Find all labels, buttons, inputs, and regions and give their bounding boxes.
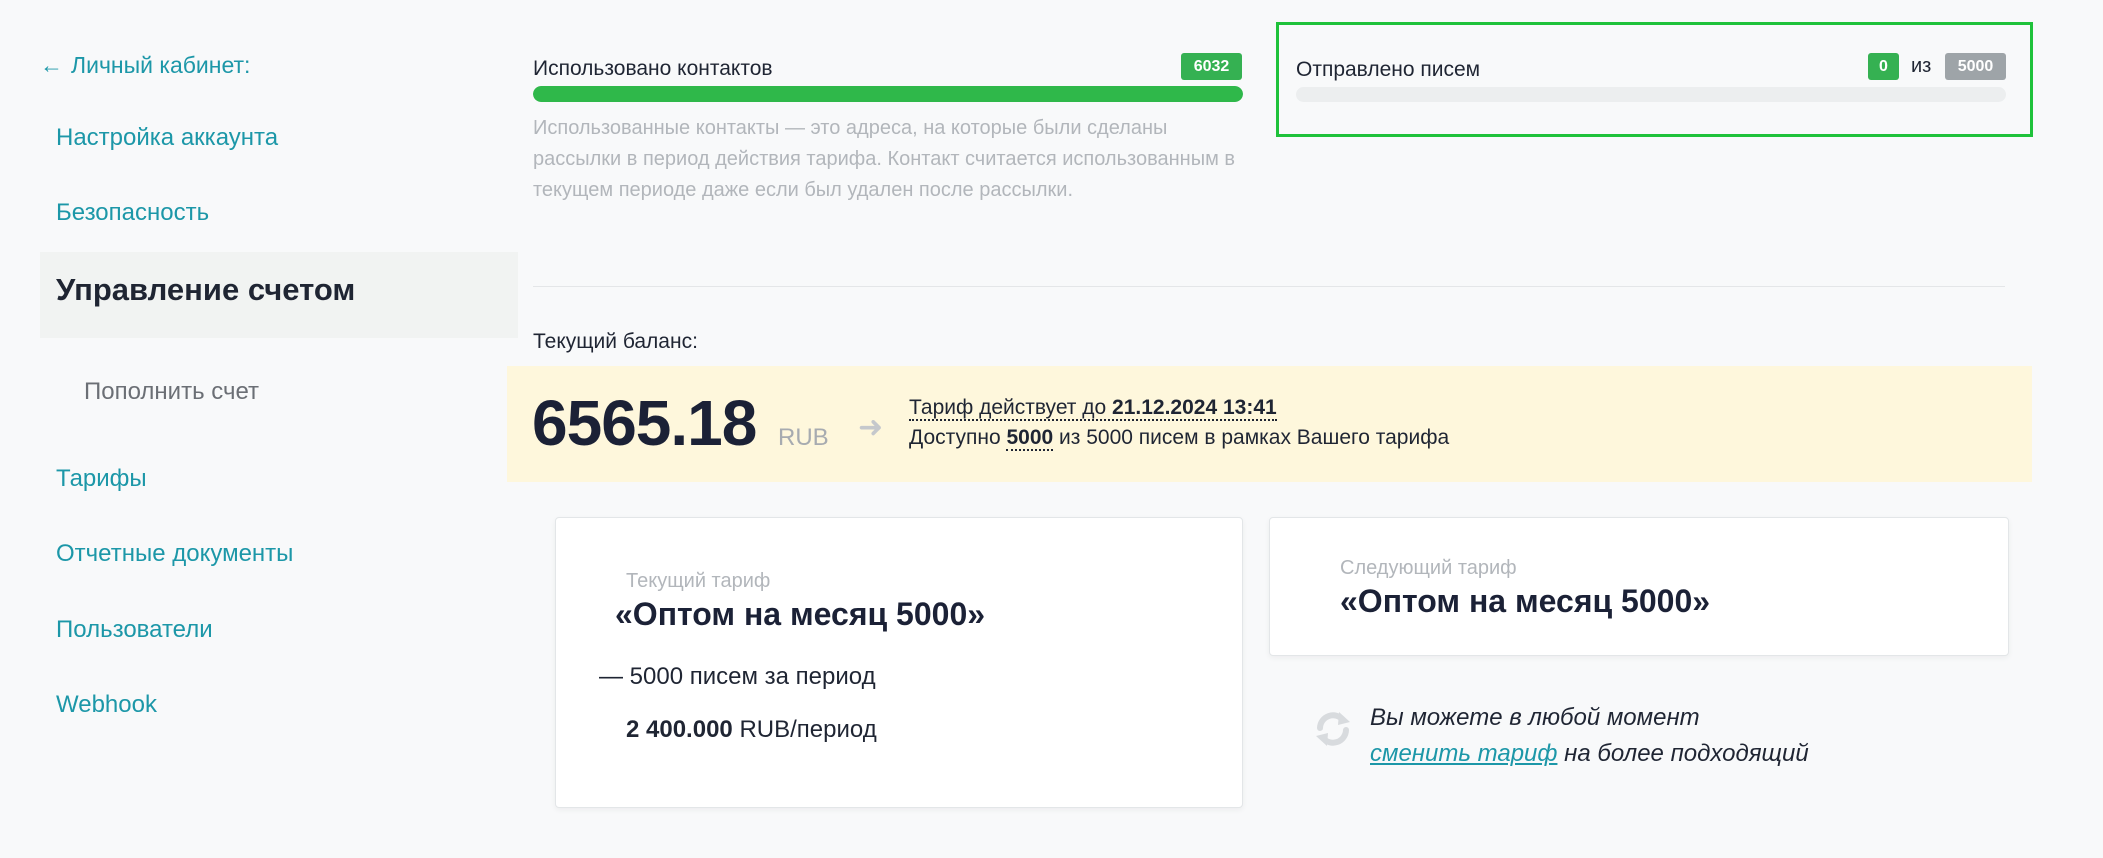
letters-separator: из: [1911, 55, 1932, 77]
tariff-valid-prefix: Тариф действует до: [909, 396, 1107, 419]
available-suffix: из 5000 писем в рамках Вашего тарифа: [1059, 426, 1450, 449]
letters-progress-bar: [1296, 87, 2006, 102]
back-link-label: Личный кабинет:: [71, 52, 251, 78]
current-tariff-feature: — 5000 писем за период: [599, 663, 876, 690]
current-tariff-price-line: 2 400.000 RUB/период: [626, 716, 877, 744]
available-count: 5000: [1006, 426, 1054, 451]
sidebar-item-account-settings[interactable]: Настройка аккаунта: [56, 124, 278, 152]
next-tariff-card: Следующий тариф «Оптом на месяц 5000»: [1269, 517, 2009, 656]
change-tariff-hint: Вы можете в любой момент сменить тариф н…: [1370, 700, 1809, 772]
change-hint-line1: Вы можете в любой момент: [1370, 704, 1700, 731]
current-tariff-caption: Текущий тариф: [626, 570, 771, 592]
arrow-right-icon: ➜: [858, 411, 884, 444]
sidebar-subitem-top-up[interactable]: Пополнить счет: [84, 378, 259, 406]
refresh-icon: [1312, 708, 1354, 750]
contacts-count-badge: 6032: [1181, 53, 1242, 80]
available-prefix: Доступно: [909, 426, 1001, 449]
balance-label: Текущий баланс:: [533, 330, 698, 353]
letters-total-badge: 5000: [1945, 53, 2006, 80]
current-tariff-price-unit: RUB/период: [739, 716, 877, 743]
contacts-label: Использовано контактов: [533, 57, 773, 80]
contacts-progress-bar: [533, 86, 1243, 102]
tariff-valid-text: Тариф действует до 21.12.2024 13:41: [909, 396, 1277, 421]
section-divider: [533, 286, 2005, 287]
contacts-progress-fill: [533, 86, 1243, 102]
letters-sent-badge: 0: [1868, 53, 1899, 80]
sidebar-item-reports[interactable]: Отчетные документы: [56, 540, 293, 568]
sidebar-item-account-management[interactable]: Управление счетом: [56, 272, 355, 308]
sidebar-item-webhook[interactable]: Webhook: [56, 691, 157, 719]
balance-currency: RUB: [778, 424, 829, 451]
change-tariff-link[interactable]: сменить тариф: [1370, 740, 1557, 767]
next-tariff-name: «Оптом на месяц 5000»: [1340, 583, 1711, 619]
current-tariff-name: «Оптом на месяц 5000»: [615, 596, 986, 632]
balance-amount: 6565.18: [532, 387, 757, 459]
next-tariff-caption: Следующий тариф: [1340, 557, 1517, 579]
sidebar-item-security[interactable]: Безопасность: [56, 199, 209, 227]
tariff-valid-line: Тариф действует до 21.12.2024 13:41: [909, 396, 1277, 421]
current-tariff-card: Текущий тариф «Оптом на месяц 5000» — 50…: [555, 517, 1243, 808]
tariff-valid-date: 21.12.2024 13:41: [1112, 396, 1277, 419]
sidebar-item-tariffs[interactable]: Тарифы: [56, 465, 147, 493]
back-to-account-link[interactable]: ← Личный кабинет:: [40, 52, 250, 79]
sidebar-item-users[interactable]: Пользователи: [56, 616, 213, 644]
current-tariff-price: 2 400.000: [626, 716, 733, 743]
change-hint-line2: сменить тариф на более подходящий: [1370, 736, 1809, 772]
letters-sent-label: Отправлено писем: [1296, 58, 1481, 81]
arrow-left-icon: ←: [40, 52, 63, 78]
contacts-hint: Использованные контакты — это адреса, на…: [533, 117, 1236, 201]
change-hint-suffix: на более подходящий: [1564, 740, 1809, 767]
available-letters-line: Доступно 5000 из 5000 писем в рамках Ваш…: [909, 426, 1450, 451]
